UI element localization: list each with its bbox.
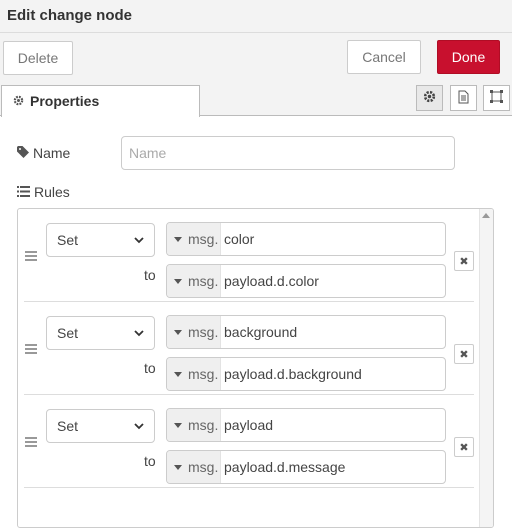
drag-handle-icon[interactable] <box>25 251 37 261</box>
to-label: to <box>144 360 156 376</box>
rule-target-field[interactable]: msg. color <box>166 222 446 256</box>
caret-down-icon <box>174 371 182 377</box>
rule-source-field[interactable]: msg. payload.d.color <box>166 264 446 298</box>
type-selector[interactable]: msg. <box>167 451 221 483</box>
close-icon: ✖ <box>459 441 469 454</box>
type-selector[interactable]: msg. <box>167 316 221 348</box>
chevron-down-icon <box>134 329 144 336</box>
type-prefix: msg. <box>188 324 219 340</box>
type-prefix: msg. <box>188 273 219 289</box>
name-input[interactable] <box>121 136 455 170</box>
tab-properties-label: Properties <box>30 93 100 109</box>
remove-rule-button[interactable]: ✖ <box>454 344 474 364</box>
rule-source-field[interactable]: msg. payload.d.background <box>166 357 446 391</box>
rules-label: Rules <box>17 184 70 200</box>
tag-icon <box>17 145 29 161</box>
to-label: to <box>144 267 156 283</box>
rules-list: Set msg. color to msg. payload.d.color ✖… <box>17 208 494 528</box>
remove-rule-button[interactable]: ✖ <box>454 251 474 271</box>
delete-button[interactable]: Delete <box>3 41 73 75</box>
rule-target-field[interactable]: msg. background <box>166 315 446 349</box>
done-button[interactable]: Done <box>437 40 500 74</box>
remove-rule-button[interactable]: ✖ <box>454 437 474 457</box>
type-prefix: msg. <box>188 459 219 475</box>
dialog-toolbar: Delete Cancel Done <box>0 33 512 83</box>
gear-icon <box>13 93 24 109</box>
rule-target-value[interactable]: payload <box>221 409 273 441</box>
rule-source-value[interactable]: payload.d.message <box>221 451 345 483</box>
gear-icon <box>423 90 436 106</box>
rule-row: Set msg. color to msg. payload.d.color ✖ <box>24 209 474 302</box>
type-selector[interactable]: msg. <box>167 358 221 390</box>
rule-source-field[interactable]: msg. payload.d.message <box>166 450 446 484</box>
tab-settings[interactable] <box>416 85 443 111</box>
caret-down-icon <box>174 422 182 428</box>
name-label: Name <box>17 145 70 161</box>
description-icon <box>458 90 469 107</box>
type-selector[interactable]: msg. <box>167 409 221 441</box>
scroll-up-icon[interactable] <box>482 213 490 218</box>
close-icon: ✖ <box>459 348 469 361</box>
rule-target-value[interactable]: color <box>221 223 254 255</box>
rule-action-select[interactable]: Set <box>46 316 155 350</box>
type-prefix: msg. <box>188 366 219 382</box>
chevron-down-icon <box>134 422 144 429</box>
caret-down-icon <box>174 278 182 284</box>
appearance-icon <box>489 89 504 107</box>
rule-row: Set msg. background to msg. payload.d.ba… <box>24 302 474 395</box>
rule-source-value[interactable]: payload.d.color <box>221 265 319 297</box>
rule-action-value: Set <box>57 418 79 434</box>
type-prefix: msg. <box>188 231 219 247</box>
drag-handle-icon[interactable] <box>25 437 37 447</box>
type-prefix: msg. <box>188 417 219 433</box>
rule-row: Set msg. payload to msg. payload.d.messa… <box>24 395 474 488</box>
rules-scrollbar[interactable] <box>479 209 493 527</box>
type-selector[interactable]: msg. <box>167 223 221 255</box>
rule-action-select[interactable]: Set <box>46 223 155 257</box>
rule-action-value: Set <box>57 232 79 248</box>
caret-down-icon <box>174 329 182 335</box>
rule-target-field[interactable]: msg. payload <box>166 408 446 442</box>
type-selector[interactable]: msg. <box>167 265 221 297</box>
list-icon <box>17 184 30 200</box>
tab-properties[interactable]: Properties <box>1 85 200 117</box>
caret-down-icon <box>174 464 182 470</box>
tab-bar: Properties <box>0 83 512 117</box>
rule-source-value[interactable]: payload.d.background <box>221 358 362 390</box>
rule-action-value: Set <box>57 325 79 341</box>
dialog-titlebar: Edit change node <box>0 0 512 33</box>
cancel-button[interactable]: Cancel <box>347 40 421 74</box>
tab-appearance[interactable] <box>483 85 510 111</box>
to-label: to <box>144 453 156 469</box>
rule-target-value[interactable]: background <box>221 316 297 348</box>
tab-description[interactable] <box>450 85 477 111</box>
name-label-text: Name <box>33 145 71 161</box>
dialog-title: Edit change node <box>7 7 133 24</box>
drag-handle-icon[interactable] <box>25 344 37 354</box>
rules-label-text: Rules <box>34 184 70 200</box>
chevron-down-icon <box>134 236 144 243</box>
close-icon: ✖ <box>459 255 469 268</box>
caret-down-icon <box>174 236 182 242</box>
rule-action-select[interactable]: Set <box>46 409 155 443</box>
